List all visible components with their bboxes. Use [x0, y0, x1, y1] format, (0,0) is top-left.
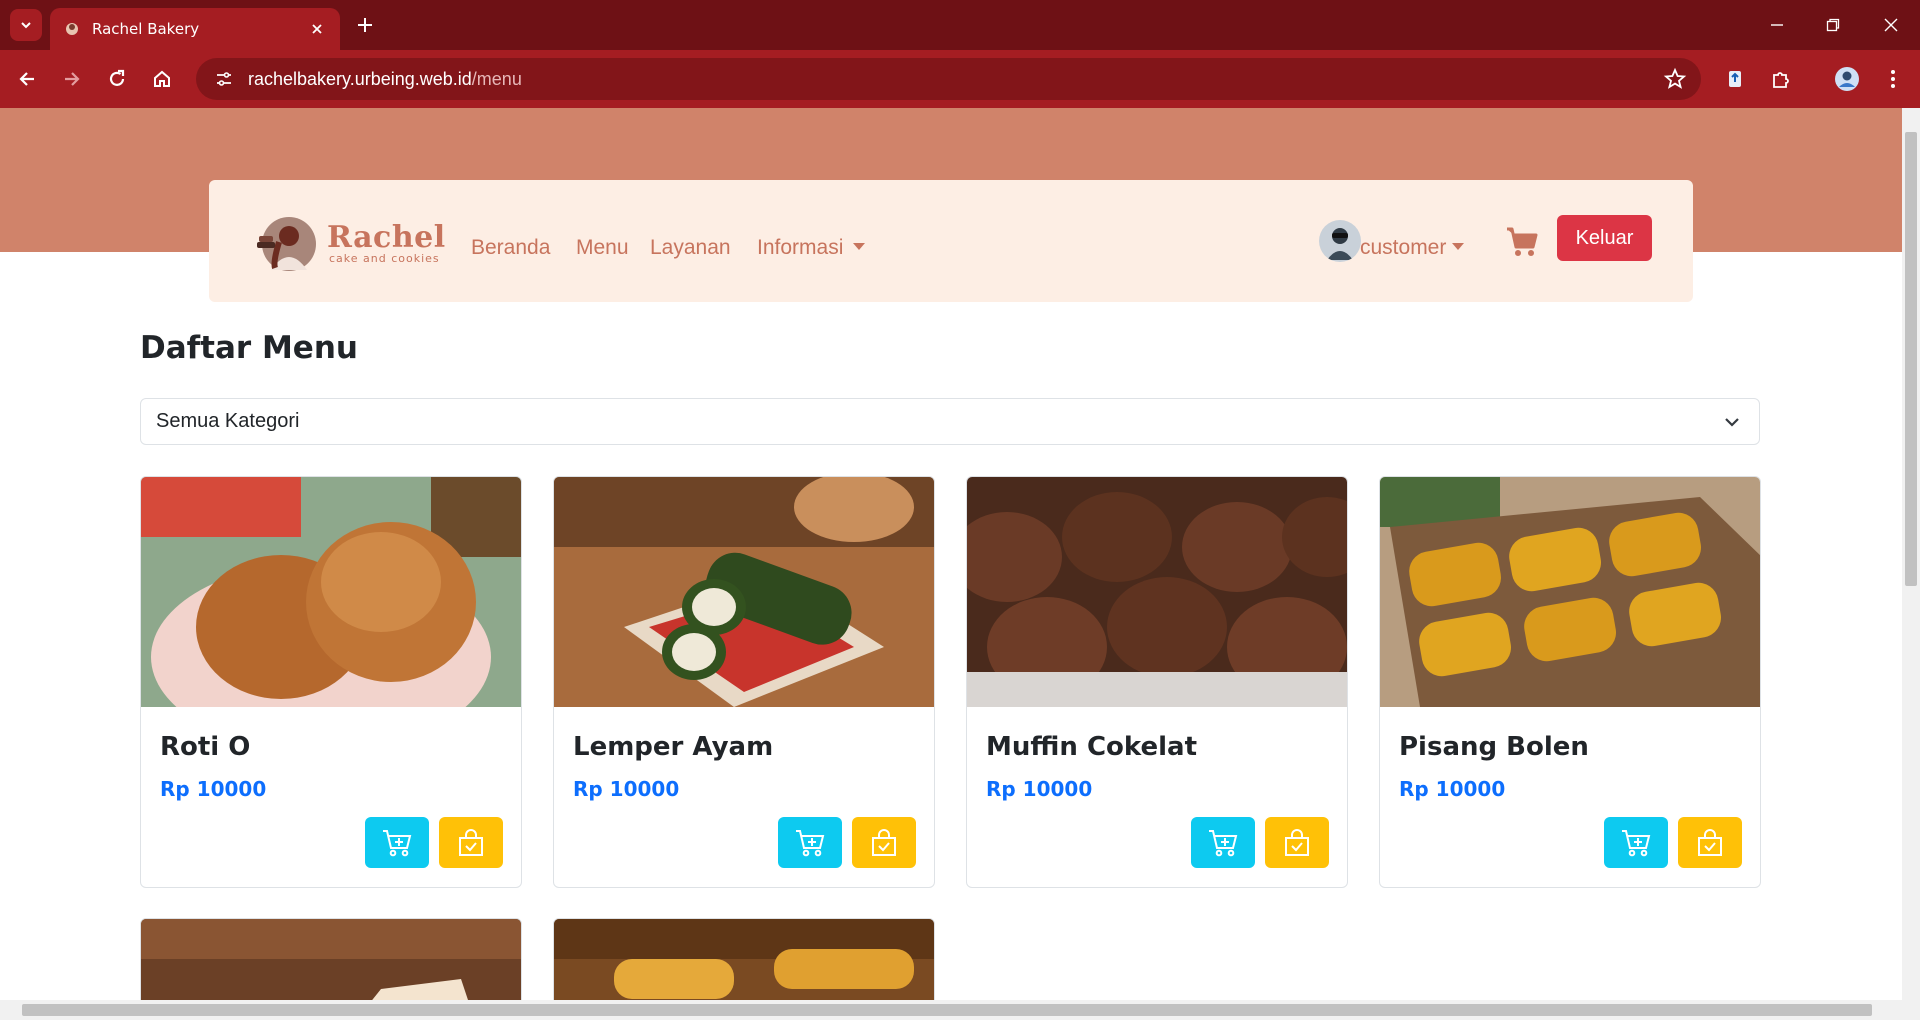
tab-search-button[interactable] — [10, 9, 42, 41]
add-to-cart-button[interactable] — [1191, 817, 1255, 868]
extension-app-icon — [1729, 71, 1741, 87]
category-select[interactable]: Semua Kategori — [140, 398, 1760, 445]
user-dropdown-label: customer — [1360, 236, 1447, 259]
buy-now-button[interactable] — [852, 817, 916, 868]
new-tab-button[interactable] — [352, 12, 378, 38]
product-name: Lemper Ayam — [573, 732, 774, 762]
logo-subtitle: cake and cookies — [329, 252, 440, 265]
restore-icon — [1826, 18, 1840, 32]
product-card — [140, 918, 522, 1000]
product-card — [553, 918, 935, 1000]
product-price: Rp 10000 — [1399, 777, 1506, 801]
nav-dropdown-informasi[interactable]: Informasi — [757, 236, 866, 260]
bag-check-icon — [1285, 828, 1309, 856]
forward-button[interactable] — [56, 63, 88, 95]
product-card: Muffin Cokelat Rp 10000 — [966, 476, 1348, 888]
product-image-pisang-bolen — [1380, 477, 1760, 707]
product-price: Rp 10000 — [986, 777, 1093, 801]
close-window-button[interactable] — [1876, 10, 1906, 40]
address-bar[interactable]: rachelbakery.urbeing.web.id/menu — [196, 58, 1701, 100]
add-to-cart-button[interactable] — [778, 817, 842, 868]
product-image-roti-o — [141, 477, 521, 707]
product-card: Lemper Ayam Rp 10000 — [553, 476, 935, 888]
product-price: Rp 10000 — [573, 777, 680, 801]
user-dropdown[interactable]: customer — [1360, 236, 1465, 260]
product-price: Rp 10000 — [160, 777, 267, 801]
plus-icon — [358, 18, 372, 32]
cart-icon[interactable] — [1505, 226, 1539, 258]
browser-toolbar: rachelbakery.urbeing.web.id/menu — [0, 50, 1920, 108]
page-viewport: Rachel cake and cookies Beranda Menu Lay… — [0, 108, 1902, 1000]
bag-check-icon — [872, 828, 896, 856]
nav-link-layanan[interactable]: Layanan — [650, 236, 731, 260]
cart-plus-icon — [383, 829, 412, 856]
restore-button[interactable] — [1818, 10, 1848, 40]
home-icon — [154, 70, 170, 87]
close-icon — [1884, 18, 1898, 32]
nav-link-beranda[interactable]: Beranda — [471, 236, 550, 260]
product-name: Muffin Cokelat — [986, 732, 1197, 762]
minimize-icon — [1771, 24, 1783, 26]
product-card: Pisang Bolen Rp 10000 — [1379, 476, 1761, 888]
home-button[interactable] — [146, 63, 178, 95]
product-image — [554, 919, 934, 1000]
bag-check-icon — [459, 828, 483, 856]
reload-button[interactable] — [101, 63, 133, 95]
url-path: /menu — [471, 68, 522, 89]
nav-link-menu[interactable]: Menu — [576, 236, 629, 260]
browser-tab-active[interactable]: Rachel Bakery — [50, 8, 340, 50]
favicon-icon — [66, 23, 78, 35]
extension-button[interactable] — [1719, 63, 1751, 95]
back-button[interactable] — [11, 63, 43, 95]
product-image-lemper-ayam — [554, 477, 934, 707]
browser-menu-button[interactable] — [1877, 63, 1909, 95]
product-image-muffin-cokelat — [967, 477, 1347, 707]
avatar[interactable] — [1319, 220, 1361, 262]
chevron-down-icon — [21, 22, 31, 29]
profile-icon — [1835, 67, 1859, 91]
nav-link-informasi-label: Informasi — [757, 236, 844, 259]
product-card: Roti O Rp 10000 — [140, 476, 522, 888]
add-to-cart-button[interactable] — [1604, 817, 1668, 868]
cart-plus-icon — [1209, 829, 1238, 856]
url-host: rachelbakery.urbeing.web.id — [248, 68, 472, 89]
minimize-button[interactable] — [1762, 10, 1792, 40]
add-to-cart-button[interactable] — [365, 817, 429, 868]
tab-title: Rachel Bakery — [92, 20, 200, 38]
vertical-scrollbar-thumb[interactable] — [1905, 132, 1917, 586]
chevron-down-icon — [1725, 418, 1739, 427]
logo-text: Rachel — [327, 220, 446, 255]
reload-icon — [109, 69, 125, 86]
product-name: Pisang Bolen — [1399, 732, 1589, 762]
star-icon[interactable] — [1663, 67, 1687, 91]
extensions-button[interactable] — [1765, 63, 1797, 95]
logout-button[interactable]: Keluar — [1557, 215, 1652, 261]
buy-now-button[interactable] — [439, 817, 503, 868]
horizontal-scrollbar-thumb[interactable] — [22, 1004, 1872, 1016]
cart-plus-icon — [796, 829, 825, 856]
bag-check-icon — [1698, 828, 1722, 856]
product-name: Roti O — [160, 732, 251, 762]
category-select-value: Semua Kategori — [156, 410, 300, 432]
close-icon[interactable] — [308, 20, 326, 38]
caret-down-icon — [853, 242, 866, 250]
site-settings-icon[interactable] — [210, 65, 238, 93]
buy-now-button[interactable] — [1678, 817, 1742, 868]
site-navbar: Rachel cake and cookies Beranda Menu Lay… — [209, 180, 1693, 302]
product-image — [141, 919, 521, 1000]
vertical-scrollbar[interactable] — [1902, 108, 1920, 1000]
profile-button[interactable] — [1831, 63, 1863, 95]
cart-plus-icon — [1622, 829, 1651, 856]
caret-down-icon — [1452, 242, 1465, 250]
menu-dots-icon — [1891, 70, 1895, 88]
buy-now-button[interactable] — [1265, 817, 1329, 868]
user-avatar-icon — [1327, 228, 1353, 260]
forward-icon — [65, 72, 80, 86]
browser-tab-bar: Rachel Bakery — [0, 0, 1920, 50]
back-icon — [19, 72, 34, 86]
horizontal-scrollbar[interactable] — [0, 1000, 1920, 1020]
page-title: Daftar Menu — [140, 330, 358, 366]
extensions-icon — [1773, 72, 1789, 88]
